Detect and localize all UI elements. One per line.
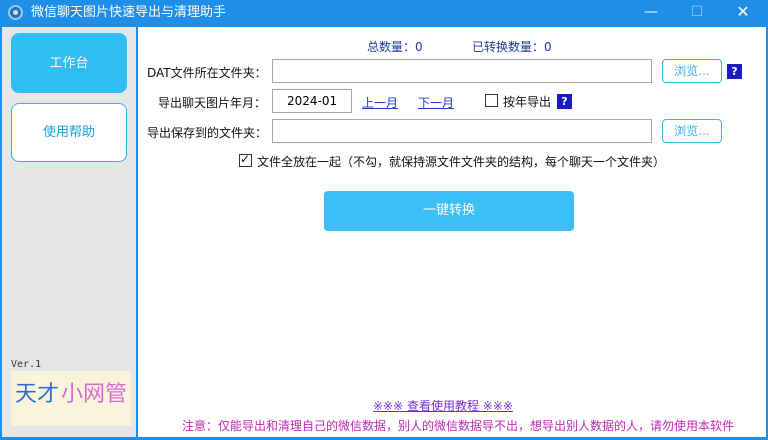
month-label: 导出聊天图片年月： xyxy=(158,96,267,110)
total-count: 总数量：0 xyxy=(367,40,423,54)
tutorial-link[interactable]: ※※※ 查看使用教程 ※※※ xyxy=(373,397,513,414)
logo-text-part2: 小网管 xyxy=(61,382,128,407)
main-panel: 总数量：0 已转换数量：0 DAT文件所在文件夹： 浏览... ? 导出聊天图片… xyxy=(138,27,766,437)
dat-folder-input[interactable] xyxy=(272,59,652,83)
converted-count: 已转换数量：0 xyxy=(472,40,552,54)
prev-month-link[interactable]: 上一月 xyxy=(362,94,398,111)
title-bar[interactable]: 微信聊天图片快速导出与清理助手 — ☐ ✕ xyxy=(0,0,768,25)
save-folder-label: 导出保存到的文件夹： xyxy=(147,126,268,140)
save-folder-browse-button[interactable]: 浏览... xyxy=(662,119,722,143)
dat-folder-label: DAT文件所在文件夹： xyxy=(147,66,267,80)
dat-folder-browse-button[interactable]: 浏览... xyxy=(662,59,722,83)
sidebar-item-help[interactable]: 使用帮助 xyxy=(11,103,127,162)
dat-folder-help-icon[interactable]: ? xyxy=(727,64,742,79)
by-year-checkbox[interactable] xyxy=(485,94,498,107)
save-folder-input[interactable] xyxy=(272,119,652,143)
sidebar-item-workbench[interactable]: 工作台 xyxy=(11,33,127,93)
usage-notice: 注意：仅能导出和清理自己的微信数据，别人的微信数据导不出，想导出别人数据的人，请… xyxy=(182,419,735,433)
app-window: 微信聊天图片快速导出与清理助手 — ☐ ✕ 工作台 使用帮助 Ver.1 天才 … xyxy=(0,0,768,440)
flatten-files-checkbox[interactable] xyxy=(239,152,252,167)
app-logo-icon xyxy=(8,5,23,20)
convert-button[interactable]: 一键转换 xyxy=(324,191,574,231)
by-year-label: 按年导出 xyxy=(503,95,552,109)
close-button[interactable]: ✕ xyxy=(720,0,766,25)
next-month-link[interactable]: 下一月 xyxy=(418,94,454,111)
month-input[interactable]: 2024-01 xyxy=(272,89,352,113)
minimize-button[interactable]: — xyxy=(628,0,674,25)
logo-text-part1: 天才 xyxy=(15,382,60,407)
window-title: 微信聊天图片快速导出与清理助手 xyxy=(31,5,227,20)
brand-logo: 天才 小网管 xyxy=(11,371,131,426)
sidebar: 工作台 使用帮助 Ver.1 天才 小网管 xyxy=(2,27,136,437)
maximize-button[interactable]: ☐ xyxy=(674,0,720,25)
flatten-files-label: 文件全放在一起（不勾，就保持源文件文件夹的结构，每个聊天一个文件夹） xyxy=(257,155,666,169)
version-label: Ver.1 xyxy=(11,359,42,370)
by-year-help-icon[interactable]: ? xyxy=(557,94,572,109)
